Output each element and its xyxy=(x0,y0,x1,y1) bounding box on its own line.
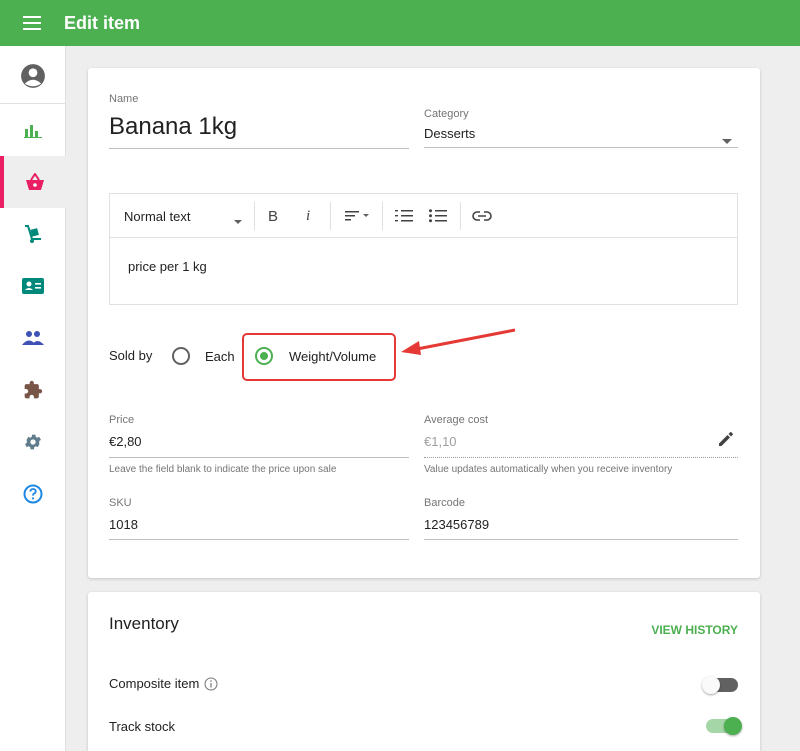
item-details-card: Name Banana 1kg Category Desserts Normal… xyxy=(88,68,760,578)
sold-by-each-label[interactable]: Each xyxy=(205,349,235,364)
hamburger-menu-icon xyxy=(23,16,41,30)
barcode-underline xyxy=(424,539,738,540)
sidebar-item-integrations[interactable] xyxy=(0,364,66,416)
highlight-box xyxy=(242,333,396,381)
sku-input[interactable]: 1018 xyxy=(109,517,138,532)
description-text[interactable]: price per 1 kg xyxy=(128,259,207,274)
top-app-bar: Edit item xyxy=(0,0,800,46)
help-circle-icon xyxy=(23,484,43,504)
average-cost-underline xyxy=(424,457,738,458)
account-circle-icon xyxy=(21,64,45,88)
text-style-dropdown-icon[interactable] xyxy=(234,212,242,232)
inventory-title: Inventory xyxy=(109,614,179,633)
track-stock-label: Track stock xyxy=(109,719,175,734)
toggle-thumb xyxy=(702,676,720,694)
annotation-arrow xyxy=(401,328,516,355)
sku-label: SKU xyxy=(109,497,132,509)
sidebar-item-employees[interactable] xyxy=(0,260,66,312)
numbered-list-icon xyxy=(395,210,413,222)
price-underline xyxy=(109,457,409,458)
inventory-card: Inventory VIEW HISTORY Composite item Tr… xyxy=(88,592,760,751)
average-cost-label: Average cost xyxy=(424,414,489,426)
sidebar-item-help[interactable] xyxy=(0,468,66,520)
bulleted-list-button[interactable] xyxy=(428,206,448,226)
price-helper-text: Leave the field blank to indicate the pr… xyxy=(109,464,337,475)
category-select[interactable]: Desserts xyxy=(424,126,475,141)
bar-chart-icon xyxy=(24,125,42,138)
menu-button[interactable] xyxy=(0,0,64,46)
price-label: Price xyxy=(109,414,135,426)
description-editor: Normal text B i price per 1 kg xyxy=(109,193,738,305)
toolbar-divider xyxy=(460,202,461,230)
name-underline xyxy=(109,148,409,149)
shopping-basket-icon xyxy=(26,173,44,190)
toggle-thumb xyxy=(724,717,742,735)
toolbar-divider xyxy=(330,202,331,230)
sold-by-label: Sold by xyxy=(109,348,153,363)
composite-item-label: Composite item xyxy=(109,676,200,691)
sku-underline xyxy=(109,539,409,540)
sidebar-item-reports[interactable] xyxy=(0,104,66,156)
sidebar-item-inventory[interactable] xyxy=(0,208,66,260)
toolbar-divider xyxy=(254,202,255,230)
sidebar-item-account[interactable] xyxy=(0,50,66,102)
price-input[interactable]: €2,80 xyxy=(109,434,142,449)
sidebar-item-settings[interactable] xyxy=(0,416,66,468)
average-cost-value: €1,10 xyxy=(424,434,457,449)
info-icon[interactable] xyxy=(204,677,218,696)
insert-link-button[interactable] xyxy=(470,206,494,226)
hand-truck-icon xyxy=(25,225,41,243)
toolbar-divider xyxy=(382,202,383,230)
barcode-label: Barcode xyxy=(424,497,465,509)
employee-badge-icon xyxy=(22,278,44,294)
sold-by-each-radio[interactable] xyxy=(172,347,190,365)
average-cost-helper-text: Value updates automatically when you rec… xyxy=(424,464,673,475)
sidebar xyxy=(0,46,66,751)
edit-average-cost-button[interactable] xyxy=(718,431,734,452)
italic-button[interactable]: i xyxy=(306,206,310,226)
category-label: Category xyxy=(424,108,469,120)
editor-toolbar: Normal text B i xyxy=(110,194,737,238)
link-icon xyxy=(472,211,492,221)
align-button[interactable] xyxy=(340,206,376,226)
name-input[interactable]: Banana 1kg xyxy=(109,113,237,141)
composite-item-toggle[interactable] xyxy=(702,675,742,695)
name-label: Name xyxy=(109,93,139,105)
track-stock-toggle[interactable] xyxy=(702,716,742,736)
bold-button[interactable]: B xyxy=(268,206,278,226)
page-title: Edit item xyxy=(64,12,141,33)
gear-icon xyxy=(25,434,41,450)
barcode-input[interactable]: 123456789 xyxy=(424,517,489,532)
numbered-list-button[interactable] xyxy=(394,206,414,226)
bulleted-list-icon xyxy=(429,209,447,223)
people-icon xyxy=(22,331,44,345)
sidebar-item-customers[interactable] xyxy=(0,312,66,364)
view-history-button[interactable]: VIEW HISTORY xyxy=(651,623,738,637)
puzzle-piece-icon xyxy=(24,380,43,399)
pencil-icon xyxy=(719,432,733,446)
align-left-icon xyxy=(345,211,369,221)
text-style-select[interactable]: Normal text xyxy=(124,206,190,226)
sidebar-item-items[interactable] xyxy=(0,156,66,208)
category-underline xyxy=(424,147,738,148)
